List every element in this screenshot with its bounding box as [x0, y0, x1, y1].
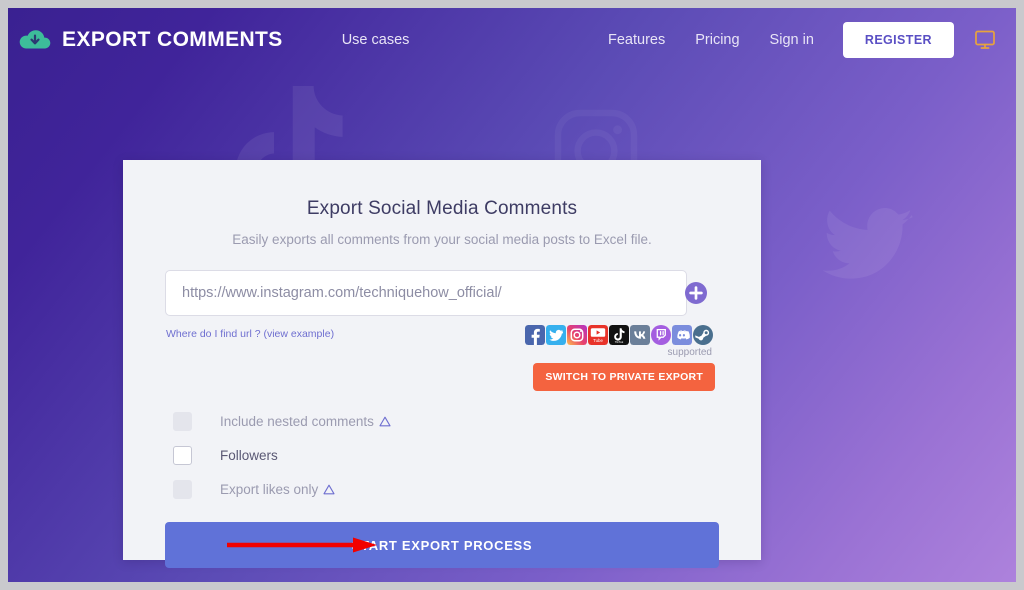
svg-text:TikTok: TikTok	[615, 340, 624, 344]
option-label: Include nested comments	[220, 414, 391, 429]
instagram-icon	[567, 325, 587, 345]
export-likes-only-checkbox	[173, 479, 192, 499]
switch-to-private-export-button[interactable]: SWITCH TO PRIVATE EXPORT	[533, 363, 715, 391]
cloud-download-icon	[19, 30, 51, 49]
vk-icon	[630, 325, 650, 345]
brand-name: EXPORT COMMENTS	[62, 28, 283, 52]
nav-item-pricing[interactable]: Pricing	[680, 26, 754, 54]
twitter-icon	[546, 325, 566, 345]
find-url-help-link[interactable]: Where do I find url ? (view example)	[166, 328, 334, 340]
register-button[interactable]: REGISTER	[842, 22, 954, 58]
export-form-card: Export Social Media Comments Easily expo…	[123, 160, 761, 568]
nav-item-features[interactable]: Features	[593, 26, 680, 54]
youtube-icon: Tube	[588, 325, 608, 345]
brand-name-bold: COMMENTS	[157, 28, 283, 51]
brand-logo-link[interactable]: EXPORT COMMENTS	[18, 23, 283, 57]
option-label: Export likes only	[220, 482, 335, 497]
warning-triangle-icon	[323, 484, 335, 494]
svg-text:Tube: Tube	[593, 338, 603, 343]
url-help-and-networks-row: Where do I find url ? (view example) Tub…	[165, 325, 719, 391]
twitter-watermark-icon	[823, 208, 913, 286]
option-followers[interactable]: Followers	[173, 438, 719, 472]
nav-item-sign-in[interactable]: Sign in	[755, 26, 829, 54]
primary-nav-right: Features Pricing Sign in REGISTER	[593, 22, 1002, 58]
option-include-nested-comments: Include nested comments	[173, 404, 719, 438]
page-title: Export Social Media Comments	[306, 198, 578, 219]
url-input-row	[165, 270, 719, 316]
submit-row: START EXPORT PROCESS	[165, 522, 719, 568]
facebook-icon	[525, 325, 545, 345]
plus-circle-icon	[685, 282, 707, 304]
primary-nav-left: Use cases	[327, 26, 425, 54]
supported-label: supported	[667, 347, 712, 358]
include-nested-comments-checkbox	[173, 411, 192, 431]
export-options-list: Include nested comments Followers Export…	[165, 404, 719, 506]
brand-name-light: EXPORT	[62, 28, 151, 51]
browser-viewport: EXPORT COMMENTS Use cases Features Prici…	[8, 8, 1016, 582]
monitor-icon[interactable]	[974, 30, 996, 50]
supported-networks-list: Tube TikTok	[525, 325, 713, 345]
option-label: Followers	[220, 447, 278, 463]
start-export-process-button[interactable]: START EXPORT PROCESS	[165, 522, 719, 568]
option-export-likes-only: Export likes only	[173, 472, 719, 506]
search-input[interactable]	[165, 270, 687, 316]
twitch-icon	[651, 325, 671, 345]
followers-checkbox[interactable]	[173, 445, 192, 465]
steam-icon	[693, 325, 713, 345]
tiktok-icon: TikTok	[609, 325, 629, 345]
page-subtitle: Easily exports all comments from your so…	[232, 232, 652, 247]
discord-icon	[672, 325, 692, 345]
nav-item-use-cases[interactable]: Use cases	[327, 26, 425, 54]
warning-triangle-icon	[379, 416, 391, 426]
site-header: EXPORT COMMENTS Use cases Features Prici…	[8, 8, 1016, 72]
add-url-button[interactable]	[685, 282, 707, 304]
